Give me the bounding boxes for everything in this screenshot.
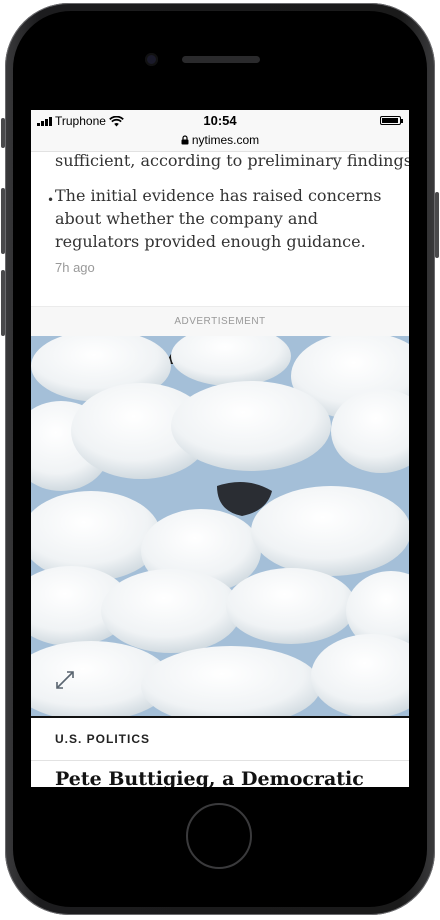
battery-icon bbox=[380, 116, 403, 125]
bullet-icon: • bbox=[47, 193, 55, 207]
previous-bullet-text: sufficient, according to preliminary fin… bbox=[55, 151, 409, 170]
front-camera bbox=[145, 53, 158, 66]
volume-down-button bbox=[1, 270, 5, 336]
bullet-text: The initial evidence has raised concerns… bbox=[55, 186, 382, 251]
lock-icon bbox=[181, 135, 189, 145]
home-button[interactable] bbox=[186, 803, 252, 869]
battery-level bbox=[382, 118, 399, 123]
advertisement-image[interactable] bbox=[31, 336, 409, 716]
clock: 10:54 bbox=[203, 113, 237, 128]
status-bar: Truphone 10:54 bbox=[31, 110, 409, 132]
power-button bbox=[435, 192, 439, 258]
cloud-artwork bbox=[31, 336, 409, 716]
earpiece-speaker bbox=[182, 56, 260, 63]
timestamp: 7h ago bbox=[55, 260, 95, 275]
phone-screen: Truphone 10:54 nytimes.com sufficient, a… bbox=[31, 110, 409, 787]
expand-icon[interactable] bbox=[51, 666, 79, 694]
mute-switch bbox=[1, 118, 5, 148]
volume-up-button bbox=[1, 188, 5, 254]
section-label[interactable]: U.S. POLITICS bbox=[55, 732, 150, 746]
url-text: nytimes.com bbox=[191, 132, 260, 147]
advertisement-label: ADVERTISEMENT bbox=[31, 306, 409, 337]
article-headline[interactable]: Pete Buttigieg, a Democratic bbox=[55, 768, 364, 787]
section-rule bbox=[31, 760, 409, 761]
section-divider bbox=[31, 716, 409, 718]
